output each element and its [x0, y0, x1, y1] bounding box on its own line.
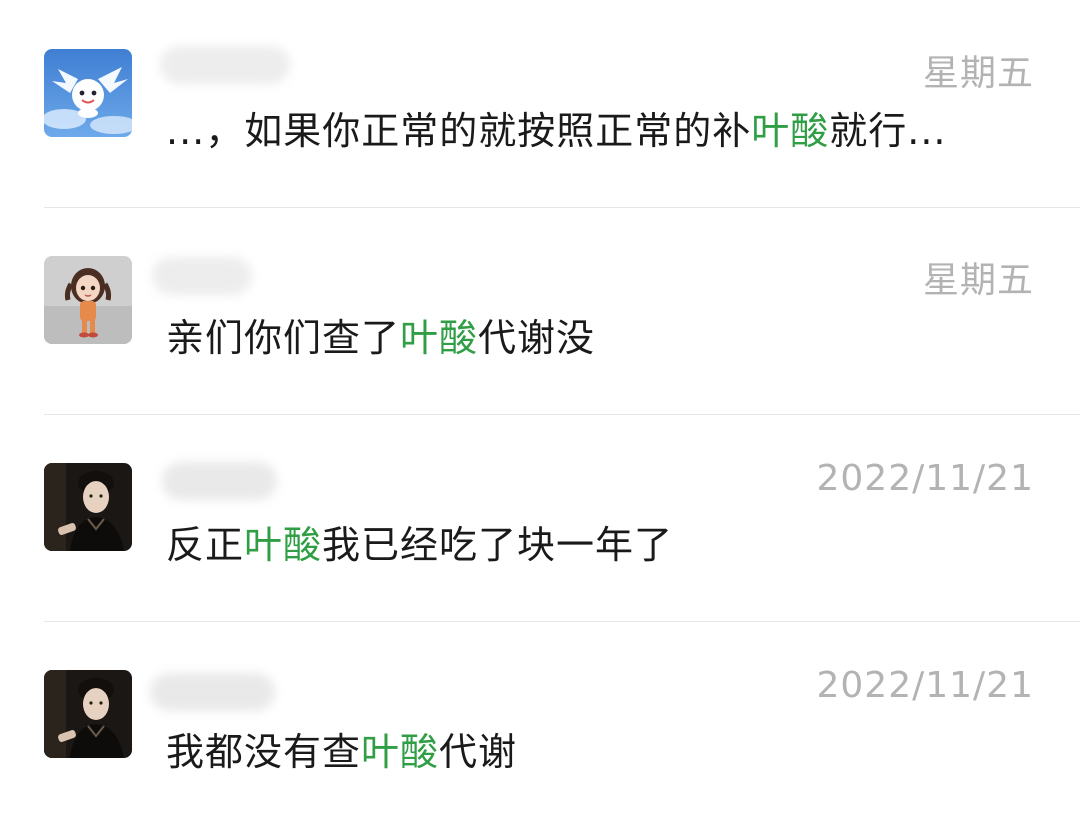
preview-text: 代谢 [439, 730, 518, 774]
contact-name-redacted [162, 462, 277, 500]
preview-text: 反正 [166, 523, 245, 567]
timestamp: 2022/11/21 [816, 458, 1034, 499]
preview-text: 就行... [829, 109, 947, 153]
timestamp: 星期五 [922, 53, 1034, 94]
conversation-row[interactable]: 星期五 ...，如果你正常的就按照正常的补叶酸就行... [0, 0, 1080, 207]
message-preview: 我都没有查叶酸代谢 [166, 721, 517, 776]
cartoon-sky-avatar-icon [44, 49, 132, 137]
conversation-row[interactable]: 2022/11/21 我都没有查叶酸代谢 [0, 621, 1080, 828]
message-preview: ...，如果你正常的就按照正常的补叶酸就行... [166, 100, 947, 155]
preview-text: 代谢没 [478, 316, 596, 360]
message-preview: 亲们你们查了叶酸代谢没 [166, 307, 595, 362]
search-keyword-highlight: 叶酸 [244, 523, 323, 567]
preview-text: 我已经吃了块一年了 [322, 523, 674, 567]
search-keyword-highlight: 叶酸 [751, 109, 830, 153]
man-portrait-avatar-icon [44, 670, 132, 758]
message-preview: 反正叶酸我已经吃了块一年了 [166, 514, 673, 569]
conversation-row[interactable]: 2022/11/21 反正叶酸我已经吃了块一年了 [0, 414, 1080, 621]
man-portrait-avatar-icon [44, 463, 132, 551]
search-keyword-highlight: 叶酸 [361, 730, 440, 774]
search-results-list: 星期五 ...，如果你正常的就按照正常的补叶酸就行... 星期五 亲们你们查了叶… [0, 0, 1080, 829]
timestamp: 星期五 [922, 260, 1034, 301]
preview-text: 亲们你们查了 [166, 316, 401, 360]
search-keyword-highlight: 叶酸 [400, 316, 479, 360]
contact-name-redacted [150, 673, 275, 711]
preview-text: ...，如果你正常的就按照正常的补 [166, 109, 752, 153]
preview-text: 我都没有查 [166, 730, 362, 774]
avatar[interactable] [44, 463, 132, 551]
conversation-row[interactable]: 星期五 亲们你们查了叶酸代谢没 [0, 207, 1080, 414]
avatar[interactable] [44, 49, 132, 137]
avatar[interactable] [44, 670, 132, 758]
timestamp: 2022/11/21 [816, 665, 1034, 706]
avatar[interactable] [44, 256, 132, 344]
doll-girl-avatar-icon [44, 256, 132, 344]
contact-name-redacted [160, 46, 290, 84]
contact-name-redacted [152, 257, 252, 295]
